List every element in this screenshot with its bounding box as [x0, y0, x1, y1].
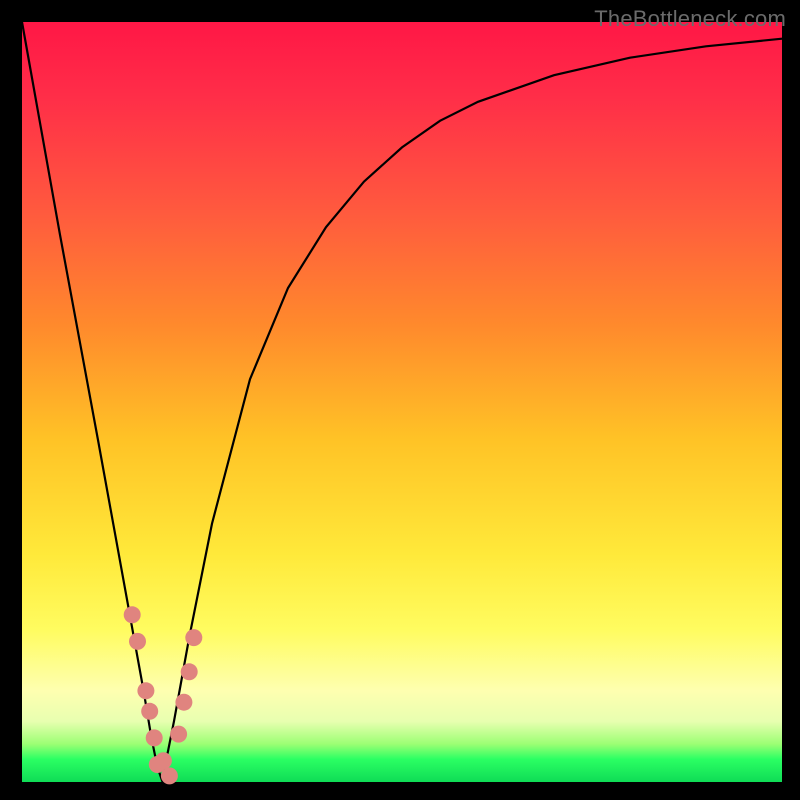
marker-dot [137, 682, 154, 699]
marker-dot [129, 633, 146, 650]
marker-dot [155, 752, 172, 769]
marker-dot [185, 629, 202, 646]
watermark-text: TheBottleneck.com [594, 6, 786, 32]
marker-group [124, 606, 203, 784]
marker-dot [161, 767, 178, 784]
chart-container: TheBottleneck.com [0, 0, 800, 800]
marker-dot [141, 703, 158, 720]
marker-dot [124, 606, 141, 623]
bottleneck-curve [22, 22, 782, 782]
plot-area [22, 22, 782, 782]
curve-layer [22, 22, 782, 782]
marker-dot [146, 729, 163, 746]
marker-dot [170, 726, 187, 743]
marker-dot [181, 663, 198, 680]
marker-dot [175, 694, 192, 711]
